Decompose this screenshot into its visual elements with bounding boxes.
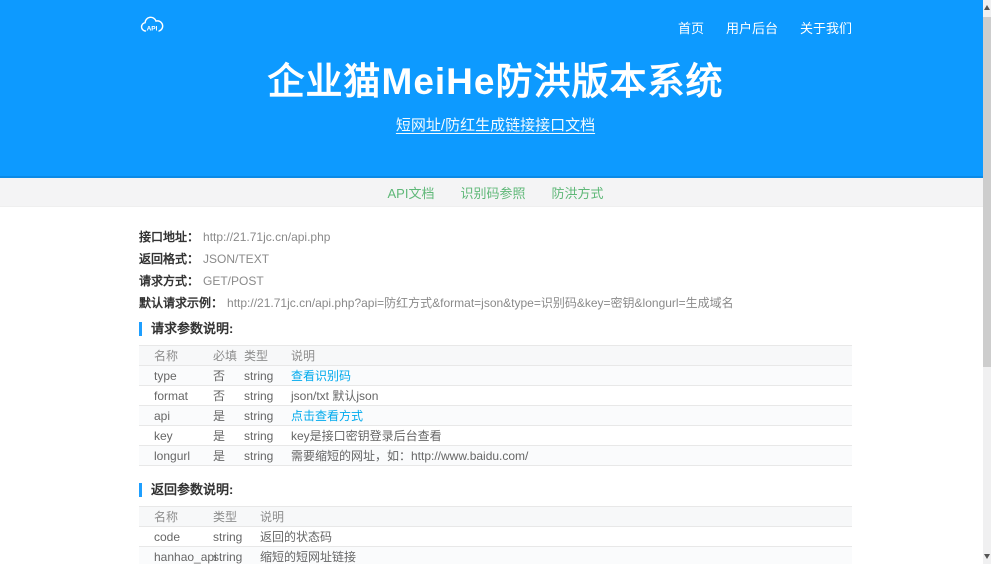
col-name: 名称: [139, 507, 198, 527]
param-type-cell: string: [229, 366, 276, 386]
click-view-mode-link[interactable]: 点击查看方式: [291, 409, 363, 423]
param-name-cell: format: [139, 386, 198, 406]
request-method-label: 请求方式：: [139, 274, 199, 288]
default-request-example-line: 默认请求示例： http://21.71jc.cn/api.php?api=防红方…: [139, 297, 852, 309]
scrollbar-thumb[interactable]: [983, 17, 991, 367]
return-format-value: JSON/TEXT: [203, 252, 269, 266]
param-required-cell: 是: [198, 406, 229, 426]
scrollbar-down-arrow-icon[interactable]: [984, 554, 990, 559]
scrollbar-up-arrow-icon[interactable]: [984, 5, 990, 10]
view-identifier-link[interactable]: 查看识别码: [291, 369, 351, 383]
param-type-cell: string: [198, 527, 245, 547]
param-type-cell: string: [229, 406, 276, 426]
page: API 首页 用户后台 关于我们 企业猫MeiHe防洪版本系统 短网址/防红生成…: [0, 0, 991, 564]
param-required-cell: 是: [198, 426, 229, 446]
param-desc-cell: 点击查看方式: [276, 406, 852, 426]
table-row: key 是 string key是接口密钥登录后台查看: [139, 426, 852, 446]
param-name-cell: hanhao_api: [139, 547, 198, 564]
param-required-cell: 否: [198, 366, 229, 386]
api-address-label: 接口地址：: [139, 230, 199, 244]
col-desc: 说明: [276, 346, 852, 366]
param-name-cell: key: [139, 426, 198, 446]
tab-identifier-reference[interactable]: 识别码参照: [460, 183, 525, 202]
col-type: 类型: [198, 507, 245, 527]
table-row: code string 返回的状态码: [139, 527, 852, 547]
param-name-cell: type: [139, 366, 198, 386]
request-params-section-title: 请求参数说明:: [139, 322, 852, 336]
nav-home[interactable]: 首页: [678, 18, 704, 37]
site-logo[interactable]: API: [139, 16, 165, 40]
default-request-example-label: 默认请求示例：: [139, 296, 223, 310]
hero-header: API 首页 用户后台 关于我们 企业猫MeiHe防洪版本系统 短网址/防红生成…: [0, 0, 991, 178]
nav-about-us[interactable]: 关于我们: [800, 18, 852, 37]
return-format-line: 返回格式： JSON/TEXT: [139, 253, 852, 265]
param-required-cell: 否: [198, 386, 229, 406]
table-row: hanhao_api string 缩短的短网址链接: [139, 547, 852, 564]
tab-api-doc[interactable]: API文档: [388, 183, 435, 202]
table-row: longurl 是 string 需要缩短的网址，如：http://www.ba…: [139, 446, 852, 466]
top-nav: 首页 用户后台 关于我们: [678, 18, 852, 37]
browser-scrollbar[interactable]: [983, 0, 991, 564]
request-params-table: 名称 必填 类型 说明 type 否 string 查看识别码 format 否…: [139, 345, 852, 466]
col-desc: 说明: [245, 507, 852, 527]
param-desc-cell: 查看识别码: [276, 366, 852, 386]
table-row: api 是 string 点击查看方式: [139, 406, 852, 426]
api-address-line: 接口地址： http://21.71jc.cn/api.php: [139, 231, 852, 243]
param-name-cell: longurl: [139, 446, 198, 466]
page-subtitle: 短网址/防红生成链接接口文档: [139, 114, 852, 135]
request-method-value: GET/POST: [203, 274, 264, 288]
param-desc-cell: key是接口密钥登录后台查看: [276, 426, 852, 446]
param-name-cell: code: [139, 527, 198, 547]
page-title: 企业猫MeiHe防洪版本系统: [139, 51, 852, 105]
col-name: 名称: [139, 346, 198, 366]
table-row: format 否 string json/txt 默认json: [139, 386, 852, 406]
api-address-value: http://21.71jc.cn/api.php: [203, 230, 330, 244]
table-header-row: 名称 必填 类型 说明: [139, 346, 852, 366]
request-method-line: 请求方式： GET/POST: [139, 275, 852, 287]
cloud-api-icon: API: [139, 16, 165, 40]
response-params-table: 名称 类型 说明 code string 返回的状态码 hanhao_api s…: [139, 506, 852, 564]
nav-user-backend[interactable]: 用户后台: [726, 18, 778, 37]
main-content: 接口地址： http://21.71jc.cn/api.php 返回格式： JSON…: [139, 207, 852, 564]
col-required: 必填: [198, 346, 229, 366]
doc-tabbar: API文档 识别码参照 防洪方式: [0, 178, 991, 207]
tab-flood-control-mode[interactable]: 防洪方式: [551, 183, 603, 202]
response-params-section-title: 返回参数说明:: [139, 483, 852, 497]
param-name-cell: api: [139, 406, 198, 426]
table-header-row: 名称 类型 说明: [139, 507, 852, 527]
return-format-label: 返回格式：: [139, 252, 199, 266]
param-desc-cell: 需要缩短的网址，如：http://www.baidu.com/: [276, 446, 852, 466]
default-request-example-value: http://21.71jc.cn/api.php?api=防红方式&forma…: [227, 296, 734, 310]
param-type-cell: string: [229, 446, 276, 466]
param-desc-cell: json/txt 默认json: [276, 386, 852, 406]
param-type-cell: string: [229, 386, 276, 406]
param-desc-cell: 返回的状态码: [245, 527, 852, 547]
table-row: type 否 string 查看识别码: [139, 366, 852, 386]
param-desc-cell: 缩短的短网址链接: [245, 547, 852, 564]
svg-text:API: API: [147, 25, 158, 32]
param-required-cell: 是: [198, 446, 229, 466]
param-type-cell: string: [229, 426, 276, 446]
